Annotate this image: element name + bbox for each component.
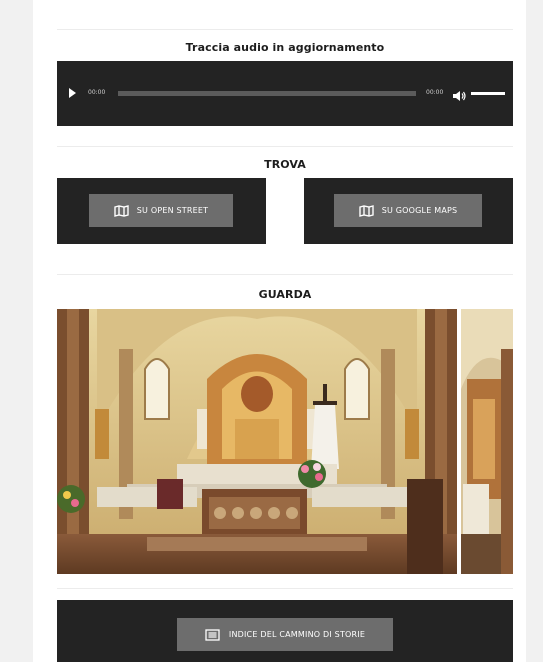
page: Traccia audio in aggiornamento 00:00 00:… xyxy=(33,0,526,662)
open-street-button[interactable]: SU OPEN STREET xyxy=(89,194,233,227)
volume-icon[interactable] xyxy=(453,87,467,101)
open-street-panel: SU OPEN STREET xyxy=(57,178,266,244)
gallery-slide-next[interactable] xyxy=(461,309,513,574)
divider-top xyxy=(57,29,513,30)
gallery-section-title: GUARDA xyxy=(258,288,312,301)
divider-audio xyxy=(57,146,513,147)
total-time: 00:00 xyxy=(426,89,444,96)
gallery-slide-church-interior[interactable] xyxy=(57,309,457,574)
map-icon xyxy=(114,204,129,217)
find-section-title: TROVA xyxy=(264,158,306,171)
google-maps-label: SU GOOGLE MAPS xyxy=(381,206,458,215)
current-time: 00:00 xyxy=(88,89,106,96)
play-icon[interactable] xyxy=(69,88,76,98)
divider-gallery xyxy=(57,588,513,589)
map-icon xyxy=(358,204,374,217)
index-button[interactable]: INDICE DEL CAMMINO DI STORIE xyxy=(177,618,393,651)
open-street-label: SU OPEN STREET xyxy=(136,206,209,215)
audio-section-title: Traccia audio in aggiornamento xyxy=(185,41,385,54)
audio-player[interactable]: 00:00 00:00 xyxy=(57,61,513,126)
list-icon xyxy=(205,628,220,641)
index-panel: INDICE DEL CAMMINO DI STORIE xyxy=(57,600,513,662)
progress-slider[interactable] xyxy=(118,91,416,96)
divider-find xyxy=(57,274,513,275)
volume-slider[interactable] xyxy=(471,92,505,95)
photo-gallery[interactable] xyxy=(57,309,513,574)
index-label: INDICE DEL CAMMINO DI STORIE xyxy=(228,630,366,639)
google-maps-button[interactable]: SU GOOGLE MAPS xyxy=(334,194,482,227)
google-maps-panel: SU GOOGLE MAPS xyxy=(304,178,513,244)
